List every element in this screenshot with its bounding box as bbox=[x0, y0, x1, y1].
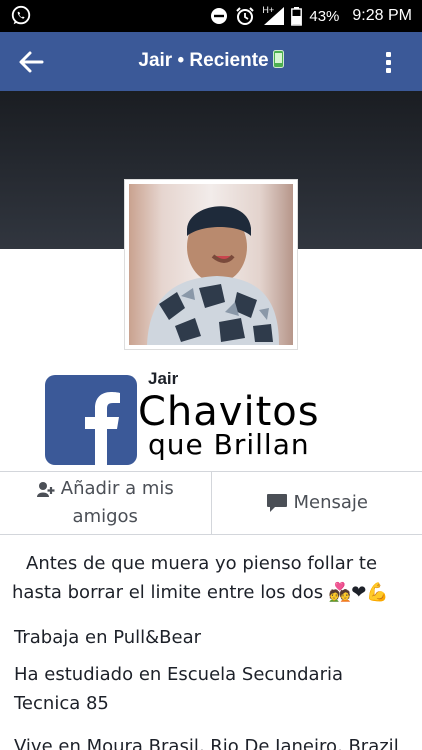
battery-percent: 43% bbox=[309, 7, 340, 25]
facebook-logo-icon bbox=[45, 375, 137, 465]
profile-picture[interactable] bbox=[125, 180, 297, 349]
profile-bio: Antes de que muera yo pienso follar te h… bbox=[12, 553, 389, 603]
add-friend-label: Añadir a mis amigos bbox=[60, 478, 174, 527]
info-work: Trabaja en Pull&Bear bbox=[14, 623, 414, 652]
info-work-text: Trabaja en Pull&Bear bbox=[14, 627, 202, 648]
info-lives: Vive en Moura Brasil, Rio De Janeiro, Br… bbox=[14, 732, 422, 750]
status-bar: H+ 43% 9:28 PM bbox=[0, 0, 422, 32]
clock: 9:28 PM bbox=[352, 7, 412, 24]
battery-icon bbox=[291, 6, 303, 26]
person-photo-illustration bbox=[147, 206, 279, 345]
whatsapp-icon bbox=[11, 5, 31, 25]
more-options-button[interactable] bbox=[386, 52, 394, 74]
add-friend-button[interactable]: Añadir a mis amigos bbox=[0, 472, 211, 534]
more-dot-icon bbox=[386, 60, 391, 65]
alarm-icon bbox=[236, 7, 255, 25]
mobile-phone-icon bbox=[272, 50, 284, 68]
more-dot-icon bbox=[386, 52, 391, 57]
signal-icon: H+ bbox=[262, 5, 285, 25]
brand-text-line2: que Brillan bbox=[148, 428, 310, 461]
more-dot-icon bbox=[386, 68, 391, 73]
do-not-disturb-icon bbox=[211, 8, 228, 24]
app-bar: Jair • Reciente bbox=[0, 32, 422, 91]
info-lives-text: Vive en Moura Brasil, Rio De Janeiro, Br… bbox=[14, 736, 399, 750]
profile-photo-image bbox=[129, 184, 293, 345]
info-education: Ha estudiado en Escuela Secundaria Tecni… bbox=[14, 660, 404, 718]
message-label: Mensaje bbox=[293, 492, 369, 513]
message-bubble-icon bbox=[266, 494, 287, 512]
message-button[interactable]: Mensaje bbox=[210, 472, 422, 534]
page-title: Jair • Reciente bbox=[0, 50, 422, 72]
info-education-text: Ha estudiado en Escuela Secundaria Tecni… bbox=[14, 664, 344, 714]
profile-name: Jair bbox=[148, 369, 179, 388]
add-friend-icon bbox=[36, 481, 55, 497]
profile-actions: Añadir a mis amigos Mensaje bbox=[0, 471, 422, 535]
page-title-text: Jair • Reciente bbox=[138, 50, 269, 71]
